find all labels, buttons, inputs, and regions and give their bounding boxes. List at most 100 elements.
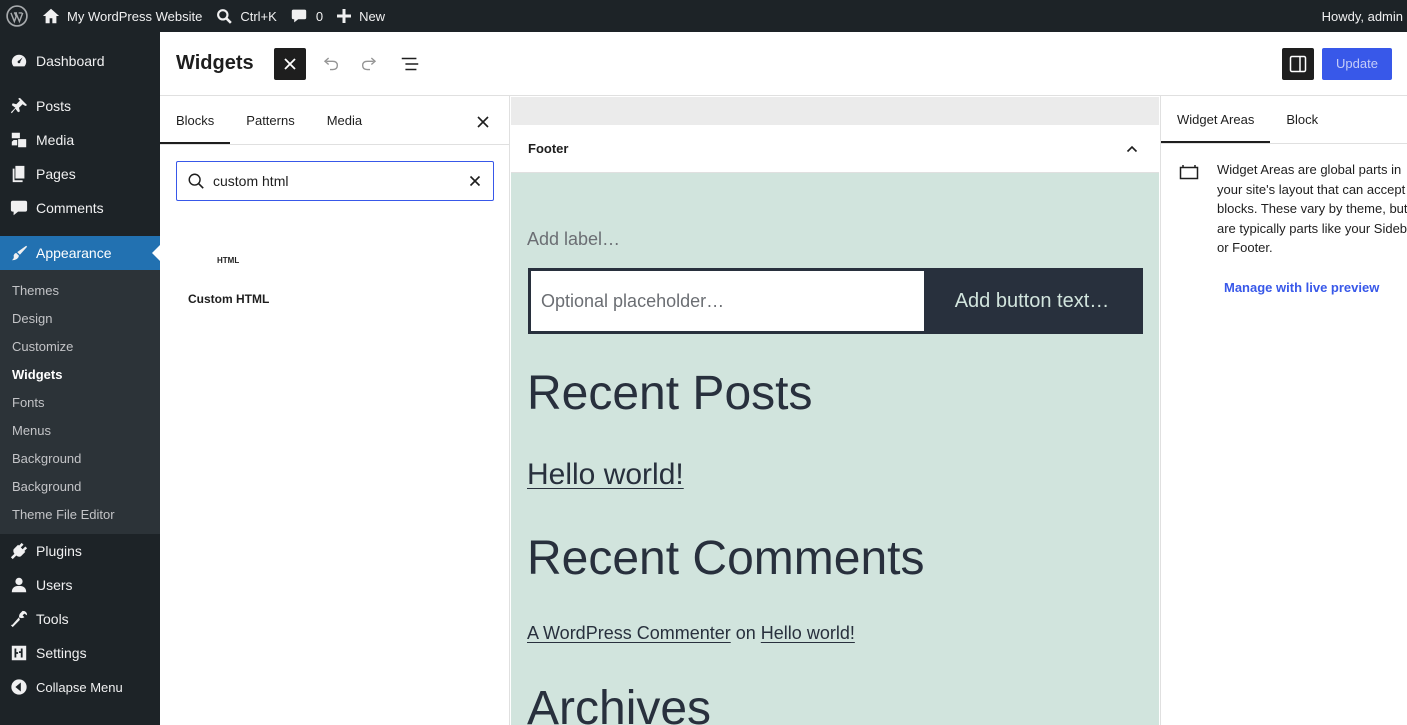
pages-icon	[10, 165, 28, 183]
user-icon	[10, 576, 28, 594]
search-block-button[interactable]: Add button text…	[924, 271, 1140, 331]
close-icon	[476, 115, 490, 129]
menu-label: Settings	[36, 645, 87, 661]
my-account-link[interactable]: Howdy, admin	[1315, 0, 1407, 32]
tab-patterns[interactable]: Patterns	[230, 96, 310, 144]
hello-world-link[interactable]: Hello world!	[527, 458, 684, 492]
menu-comments[interactable]: Comments	[0, 191, 160, 225]
paintbrush-icon	[10, 244, 28, 262]
menu-label: Comments	[36, 200, 104, 216]
plus-icon	[337, 9, 352, 23]
menu-collapse[interactable]: Collapse Menu	[0, 670, 160, 704]
menu-pages[interactable]: Pages	[0, 157, 160, 191]
menu-posts[interactable]: Posts	[0, 89, 160, 123]
media-camera-icon	[10, 131, 28, 149]
widget-area-header[interactable]: Footer	[511, 125, 1159, 173]
close-icon	[283, 57, 297, 71]
close-inserter-panel-button[interactable]	[471, 110, 495, 134]
submenu-customize[interactable]: Customize	[0, 332, 160, 360]
html-block-icon: HTML	[217, 256, 240, 265]
block-result-label: Custom HTML	[188, 292, 270, 306]
sidebar-panel-icon	[1289, 55, 1307, 73]
tab-blocks[interactable]: Blocks	[160, 96, 230, 144]
on-text: on	[735, 623, 756, 643]
recent-posts-heading[interactable]: Recent Posts	[527, 366, 812, 421]
comments-count: 0	[315, 8, 324, 24]
menu-label: Media	[36, 132, 75, 148]
menu-tools[interactable]: Tools	[0, 602, 160, 636]
comments-icon	[10, 199, 28, 217]
settings-sidebar-toggle[interactable]	[1282, 47, 1314, 80]
submenu-background[interactable]: Background	[0, 444, 160, 472]
menu-media[interactable]: Media	[0, 123, 160, 157]
editor-canvas: Footer Add label… Optional placeholder… …	[511, 97, 1159, 725]
submenu-theme-file-editor[interactable]: Theme File Editor	[0, 500, 160, 528]
menu-label: Dashboard	[36, 53, 105, 69]
submenu-themes[interactable]: Themes	[0, 276, 160, 304]
submenu-background-2[interactable]: Background	[0, 472, 160, 500]
comments-link[interactable]: 0	[284, 0, 330, 32]
tab-media[interactable]: Media	[311, 96, 378, 144]
redo-button[interactable]	[354, 48, 386, 80]
menu-label: Posts	[36, 98, 72, 114]
wrench-icon	[10, 610, 28, 628]
block-search-field[interactable]	[176, 161, 494, 201]
settings-sliders-icon	[10, 644, 28, 662]
commenter-link[interactable]: A WordPress Commenter	[527, 623, 731, 643]
plugin-plug-icon	[10, 542, 28, 560]
search-block: Optional placeholder… Add button text…	[528, 268, 1143, 334]
menu-dashboard[interactable]: Dashboard	[0, 44, 160, 78]
widget-area-icon	[1179, 164, 1199, 185]
chevron-up-icon[interactable]	[1125, 142, 1139, 156]
dashboard-gauge-icon	[10, 52, 28, 70]
menu-label: Plugins	[36, 543, 82, 559]
search-label-placeholder[interactable]: Add label…	[527, 229, 620, 250]
wordpress-logo-icon[interactable]	[0, 0, 35, 32]
block-result-custom-html[interactable]: HTML Custom HTML	[180, 256, 276, 306]
submenu-fonts[interactable]: Fonts	[0, 388, 160, 416]
menu-users[interactable]: Users	[0, 568, 160, 602]
howdy-text: Howdy, admin	[1321, 8, 1403, 24]
site-name-link[interactable]: My WordPress Website	[35, 0, 209, 32]
admin-menu: Dashboard Posts Media Pages Comments App…	[0, 32, 160, 725]
search-block-input[interactable]: Optional placeholder…	[531, 271, 924, 331]
tab-block[interactable]: Block	[1270, 96, 1334, 143]
settings-sidebar: Widget Areas Block Widget Areas are glob…	[1160, 96, 1407, 725]
sidebar-tabs: Widget Areas Block	[1161, 96, 1407, 144]
menu-label: Collapse Menu	[36, 679, 123, 695]
recent-comment-entry: A WordPress Commenter on Hello world!	[527, 623, 855, 644]
block-search-input[interactable]	[213, 173, 469, 189]
menu-appearance[interactable]: Appearance	[0, 236, 160, 270]
manage-live-preview-link[interactable]: Manage with live preview	[1224, 280, 1379, 295]
new-content-link[interactable]: New	[330, 0, 392, 32]
pushpin-icon	[10, 97, 28, 115]
comment-post-link[interactable]: Hello world!	[761, 623, 855, 643]
command-search-button[interactable]: Ctrl+K	[209, 0, 283, 32]
comment-bubble-icon	[291, 8, 307, 24]
menu-label: Tools	[36, 611, 69, 627]
site-name: My WordPress Website	[67, 8, 203, 24]
archives-heading[interactable]: Archives	[527, 681, 711, 725]
update-button[interactable]: Update	[1322, 47, 1392, 80]
list-view-button[interactable]	[394, 48, 426, 80]
home-icon	[42, 7, 60, 25]
recent-comments-heading[interactable]: Recent Comments	[527, 531, 924, 586]
close-inserter-button[interactable]	[273, 47, 306, 80]
inserter-tabs: Blocks Patterns Media	[160, 96, 509, 145]
submenu-menus[interactable]: Menus	[0, 416, 160, 444]
clear-search-icon[interactable]	[469, 175, 481, 187]
admin-bar: My WordPress Website Ctrl+K 0 New Howdy,…	[0, 0, 1407, 32]
undo-button[interactable]	[314, 48, 346, 80]
submenu-widgets[interactable]: Widgets	[0, 360, 160, 388]
menu-label: Appearance	[36, 245, 112, 261]
menu-plugins[interactable]: Plugins	[0, 534, 160, 568]
tab-widget-areas[interactable]: Widget Areas	[1161, 96, 1270, 143]
search-icon	[187, 172, 205, 190]
widget-areas-description: Widget Areas are global parts in your si…	[1217, 162, 1407, 255]
redo-icon	[359, 53, 381, 75]
menu-label: Pages	[36, 166, 76, 182]
editor-header: Widgets Update	[160, 32, 1407, 96]
submenu-design[interactable]: Design	[0, 304, 160, 332]
widget-area-title: Footer	[528, 141, 569, 156]
menu-settings[interactable]: Settings	[0, 636, 160, 670]
